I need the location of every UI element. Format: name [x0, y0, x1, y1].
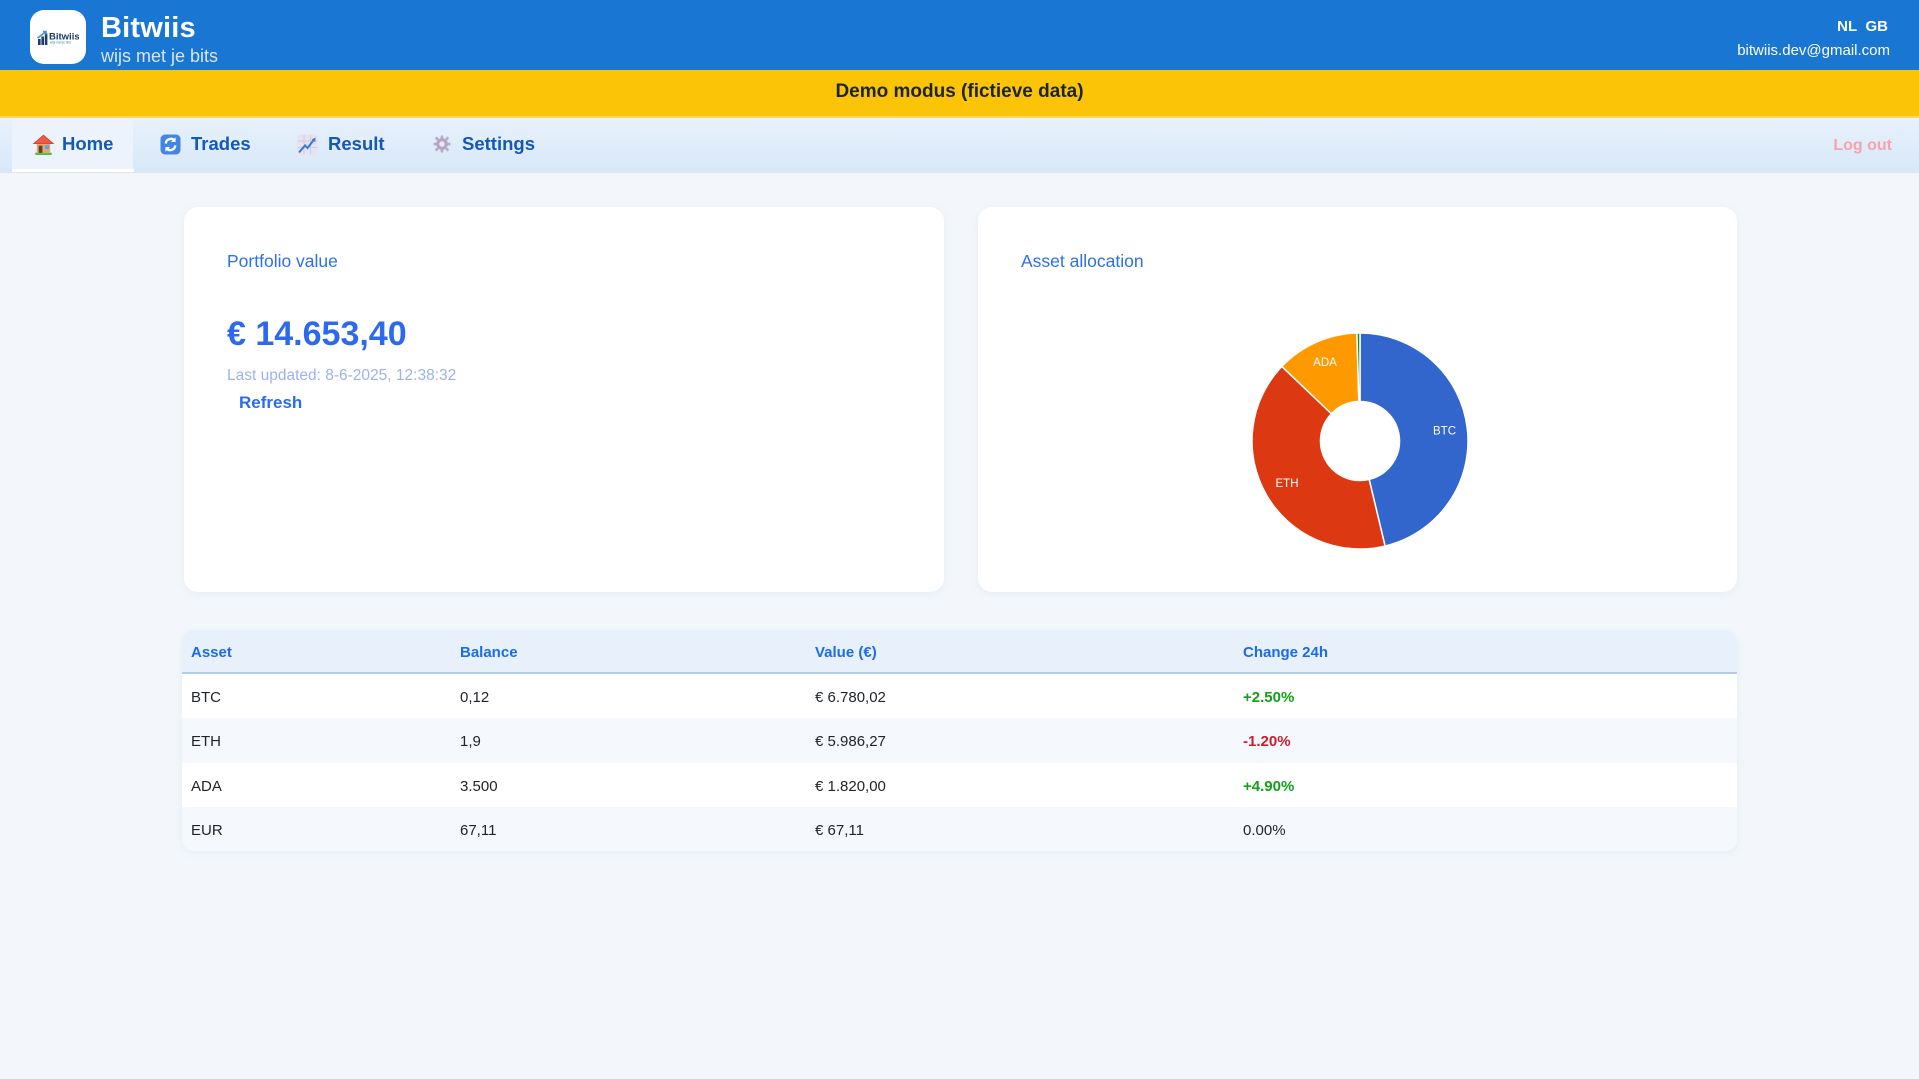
- svg-text:ETH: ETH: [1276, 478, 1299, 490]
- svg-text:ADA: ADA: [1313, 357, 1337, 369]
- svg-text:wijs met je bits: wijs met je bits: [50, 41, 71, 45]
- svg-text:BTC: BTC: [1433, 426, 1456, 438]
